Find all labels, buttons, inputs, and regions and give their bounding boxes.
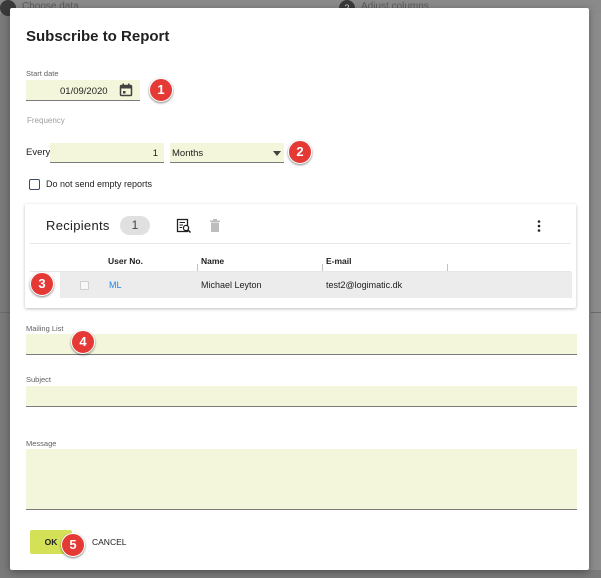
dialog-title: Subscribe to Report [26,28,170,45]
recipient-user-no[interactable]: ML [109,280,122,290]
row-checkbox[interactable] [80,281,89,290]
every-label: Every [26,147,51,158]
recipient-email: test2@logimatic.dk [326,280,403,290]
recipients-count-badge: 1 [120,216,150,235]
background-divider [0,312,10,313]
callout-marker-4: 4 [71,330,95,354]
frequency-label: Frequency [27,116,65,125]
search-list-icon[interactable] [176,218,192,234]
recipients-title: Recipients [46,218,110,233]
subscribe-dialog: Subscribe to Report Start date 01/09/202… [10,8,589,570]
calendar-icon[interactable] [119,83,133,97]
skip-empty-checkbox[interactable] [29,179,40,190]
table-row[interactable] [60,272,572,298]
message-textarea[interactable] [26,449,577,510]
frequency-interval-value: 1 [152,148,158,159]
recipient-name: Michael Leyton [201,280,262,290]
column-header-name[interactable]: Name [201,256,224,266]
start-date-value: 01/09/2020 [60,86,108,97]
mailing-list-label: Mailing List [26,324,64,333]
message-label: Message [26,439,57,448]
background-right-edge [589,14,601,570]
delete-icon[interactable] [209,219,221,233]
frequency-interval-input[interactable]: 1 [50,143,164,163]
recipients-card: Recipients 1 User No. Name E-mail ML Mic… [25,204,576,308]
subject-input[interactable] [26,386,577,407]
start-date-label: Start date [26,69,59,78]
start-date-field[interactable]: 01/09/2020 [26,80,140,101]
callout-marker-5: 5 [61,533,85,557]
frequency-unit-select[interactable]: Months [170,143,284,163]
callout-marker-2: 2 [288,140,312,164]
frequency-unit-value: Months [172,148,204,159]
column-header-user-no[interactable]: User No. [108,256,143,266]
cancel-button[interactable]: CANCEL [92,530,126,554]
mailing-list-input[interactable] [26,334,577,355]
more-options-icon[interactable] [536,219,542,233]
subject-label: Subject [26,375,52,384]
background-divider-right [591,312,601,313]
skip-empty-label: Do not send empty reports [46,179,153,189]
callout-marker-3: 3 [30,272,54,296]
column-header-email[interactable]: E-mail [326,256,352,266]
recipients-header-top-divider [30,243,571,244]
callout-marker-1: 1 [149,78,173,102]
dropdown-arrow-icon [273,151,281,156]
